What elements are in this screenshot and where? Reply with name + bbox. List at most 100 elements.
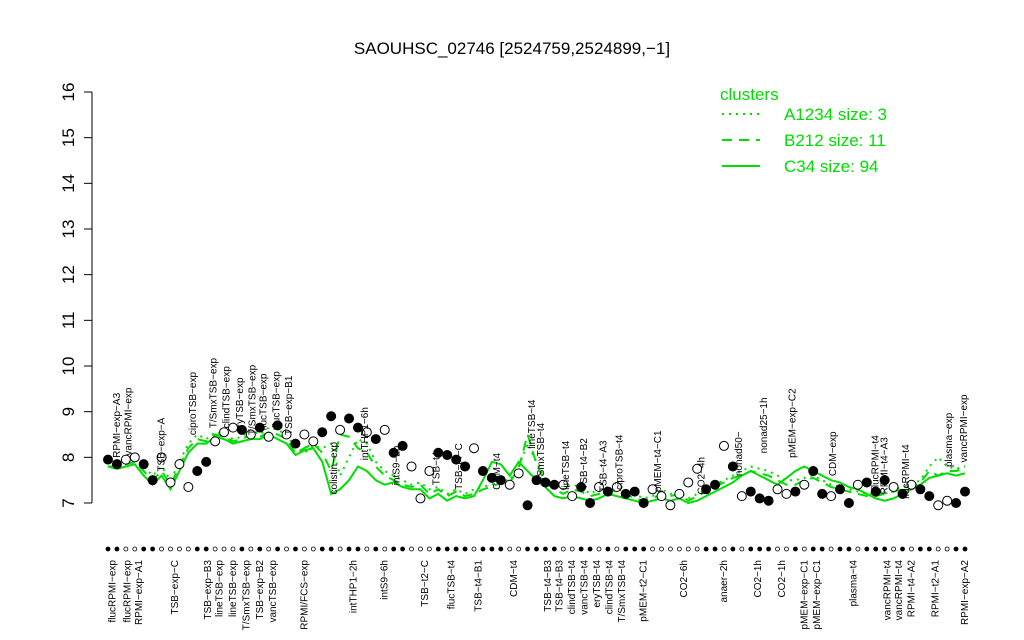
rug-marker (659, 546, 664, 552)
data-point (852, 479, 863, 490)
point-label: intS9−2h (391, 446, 402, 486)
rug-marker (150, 546, 156, 552)
data-point (299, 429, 310, 440)
data-point (442, 450, 453, 461)
data-point (308, 436, 319, 447)
rug-marker (516, 546, 522, 552)
data-point (835, 484, 846, 495)
y-tick-label: 7 (59, 498, 78, 507)
rug-marker (543, 546, 548, 552)
data-point (933, 500, 944, 511)
point-label: CDM−t4 (492, 452, 503, 489)
x-label: flucTSB−t4 (447, 560, 458, 610)
point-label: TSB−exp−A (157, 417, 168, 471)
data-point (201, 456, 212, 467)
x-label: plasma−t4 (848, 560, 859, 607)
rug-marker (962, 546, 968, 552)
rug-marker (784, 546, 789, 552)
rug-marker (632, 546, 638, 552)
x-label: T/SmxTSB−t4 (617, 560, 628, 623)
rug-marker (605, 546, 611, 552)
y-tick-label: 14 (59, 174, 78, 193)
x-label: RPMI−exp−A2 (960, 560, 971, 625)
rug-marker (203, 546, 209, 552)
rug-marker (748, 546, 754, 552)
data-point (138, 459, 149, 470)
rug-marker (578, 546, 584, 552)
point-label: T/SmxTSB−t4 (536, 422, 547, 485)
point-label: ciproTSB−t4 (615, 434, 626, 490)
data-point (147, 475, 158, 486)
rug-marker (694, 546, 700, 552)
data-point (629, 486, 640, 497)
data-point (960, 486, 970, 497)
rug-marker (275, 546, 281, 552)
data-point (843, 498, 854, 508)
rug-marker (534, 546, 539, 552)
rug-marker (319, 546, 325, 552)
rug-marker (766, 546, 772, 552)
x-label: clindTSB−t4 (605, 560, 616, 615)
x-label: T/SmxTSB−exp (241, 560, 252, 631)
x-label: lineTSB−exp (215, 560, 226, 617)
rug-marker (435, 546, 441, 552)
rug-marker (284, 546, 289, 552)
data-point (781, 488, 792, 499)
rug-marker (953, 546, 959, 552)
rug-marker (775, 546, 780, 552)
y-tick-label: 11 (59, 312, 78, 330)
data-point (335, 424, 346, 435)
data-point (808, 466, 819, 477)
x-label: TSB−t4−B3 (543, 560, 554, 612)
rug-marker (721, 546, 727, 552)
y-tick-label: 9 (59, 407, 78, 416)
data-point (674, 488, 685, 499)
data-point (183, 482, 194, 493)
point-label: T/SmxTSB−exp (248, 364, 259, 435)
data-point (665, 500, 676, 511)
rug-marker (560, 546, 566, 552)
rug-marker (587, 546, 593, 552)
rug-marker (828, 546, 834, 552)
y-tick-label: 16 (59, 83, 78, 102)
data-point (522, 500, 533, 511)
data-point (924, 491, 935, 502)
point-label: pMEM−t4−C1 (653, 430, 664, 492)
x-label: RPMI−t2−A1 (931, 560, 942, 618)
legend-label: C34 size: 94 (784, 157, 879, 176)
y-axis: 7 8 9 10 11 12 13 14 15 16 (59, 83, 93, 508)
point-label: TSB−exp−B1 (284, 375, 295, 435)
rug-marker (462, 546, 468, 552)
data-point (718, 440, 729, 451)
y-tick-label: 15 (59, 128, 78, 147)
data-point (415, 493, 426, 504)
rug-marker (248, 546, 254, 552)
rug-marker (230, 546, 236, 552)
rug-marker (730, 546, 736, 552)
rug-marker (409, 546, 414, 552)
y-tick-label: 10 (59, 357, 78, 376)
data-point (710, 479, 721, 490)
rug-marker (418, 546, 423, 552)
data-point (192, 466, 203, 477)
rug-marker (926, 546, 932, 552)
point-label: vancRPMI−exp (959, 394, 970, 463)
data-point (772, 484, 783, 495)
rug-marker (909, 546, 914, 552)
rug-marker (623, 546, 629, 552)
rug-marker (471, 546, 477, 552)
rug-marker (668, 546, 673, 552)
x-label: intTHP1−2h (348, 560, 359, 613)
rug-marker (301, 546, 307, 552)
rug-marker (293, 546, 298, 552)
rug-marker (257, 546, 263, 552)
point-label: CDM−exp (828, 431, 839, 476)
data-point (683, 477, 694, 488)
rug-marker (239, 546, 245, 552)
rug-marker (810, 546, 816, 552)
rug-marker (819, 546, 825, 552)
data-point (165, 477, 176, 488)
rug-marker (739, 546, 745, 552)
rug-marker (757, 546, 763, 552)
data-point (951, 498, 962, 508)
